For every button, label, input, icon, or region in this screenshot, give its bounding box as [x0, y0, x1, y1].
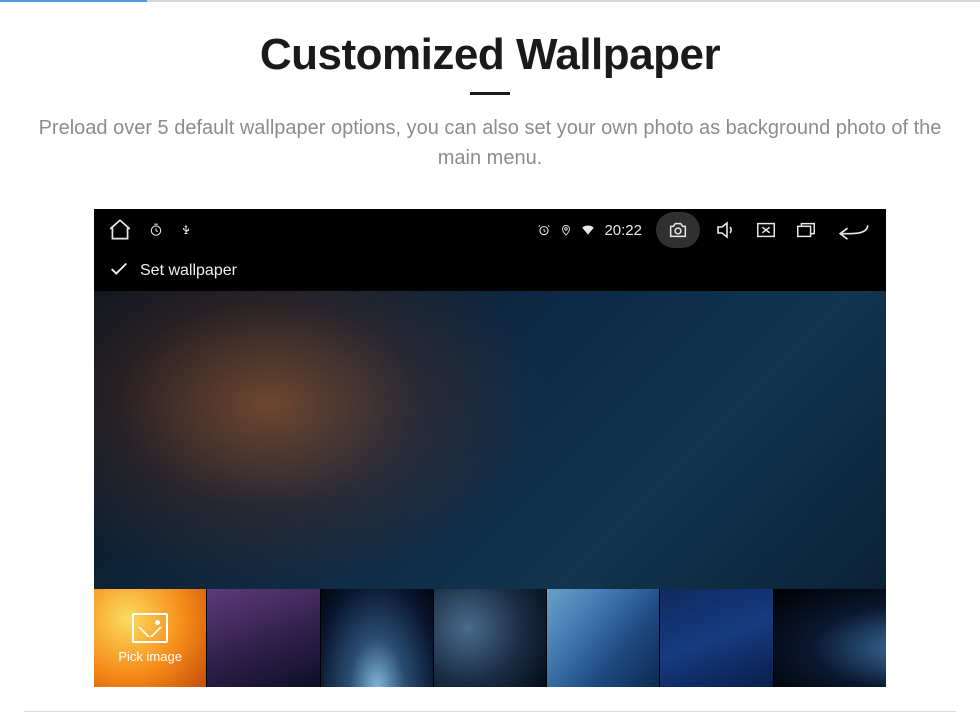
wallpaper-thumb[interactable] [547, 589, 659, 687]
set-wallpaper-bar[interactable]: Set wallpaper [94, 251, 886, 291]
recent-apps-icon[interactable] [792, 216, 820, 244]
check-icon [108, 258, 130, 285]
page-title: Customized Wallpaper [20, 30, 960, 80]
title-underline [470, 92, 510, 95]
wallpaper-thumb[interactable] [660, 589, 772, 687]
wallpaper-preview[interactable] [94, 291, 886, 589]
volume-icon[interactable] [712, 216, 740, 244]
page-bottom-divider [24, 711, 956, 712]
status-bar-left [106, 216, 194, 244]
page-subtitle: Preload over 5 default wallpaper options… [30, 113, 950, 173]
alarm-icon [536, 222, 552, 238]
device-screen: 20:22 Set wallpaper [94, 209, 886, 687]
wallpaper-thumb[interactable] [774, 589, 886, 687]
home-icon[interactable] [106, 216, 134, 244]
heading-area: Customized Wallpaper Preload over 5 defa… [0, 2, 980, 197]
wallpaper-thumb[interactable] [434, 589, 546, 687]
wallpaper-thumb[interactable] [207, 589, 319, 687]
usb-icon [178, 222, 194, 238]
close-app-icon[interactable] [752, 216, 780, 244]
status-bar: 20:22 [94, 209, 886, 251]
status-indicators: 20:22 [536, 222, 644, 239]
image-icon [132, 613, 168, 643]
back-icon[interactable] [832, 216, 874, 244]
pick-image-label: Pick image [118, 649, 182, 664]
pick-image-button[interactable]: Pick image [94, 589, 206, 687]
wifi-icon [580, 222, 596, 238]
status-bar-right: 20:22 [536, 212, 874, 248]
wallpaper-thumb[interactable] [321, 589, 433, 687]
set-wallpaper-label: Set wallpaper [140, 262, 237, 280]
timer-icon [148, 222, 164, 238]
location-icon [558, 222, 574, 238]
wallpaper-thumbnail-strip[interactable]: Pick image [94, 589, 886, 687]
screenshot-button[interactable] [656, 212, 700, 248]
clock-text: 20:22 [604, 222, 642, 239]
